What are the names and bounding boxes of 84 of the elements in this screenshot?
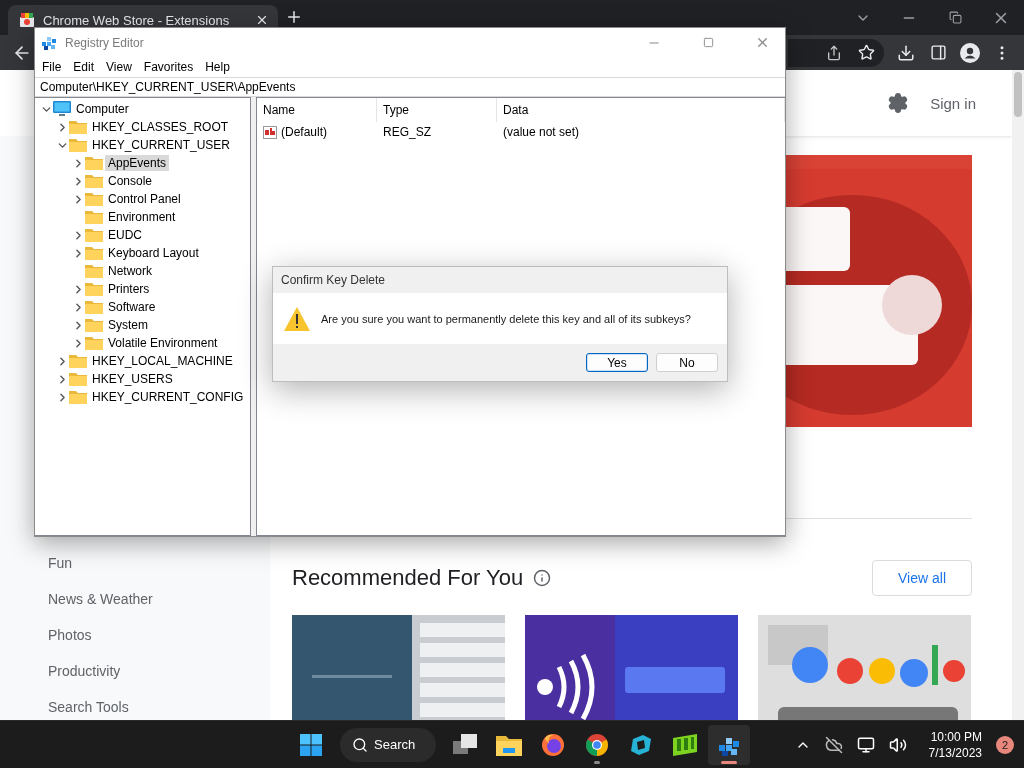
folder-icon — [69, 120, 87, 134]
menu-item[interactable]: Help — [199, 60, 236, 74]
folder-icon — [496, 733, 522, 756]
sign-in-link[interactable]: Sign in — [930, 94, 976, 112]
tree-item[interactable]: Computer — [73, 101, 132, 117]
folder-icon — [85, 192, 103, 206]
table-cell-text: (value not set) — [502, 125, 581, 139]
dialog-message: Are you sure you want to permanently delete this key and all of its subkeys? — [321, 312, 691, 325]
tree-item[interactable]: AppEvents — [105, 155, 170, 171]
tree-item[interactable]: EUDC — [105, 227, 145, 243]
taskbar-button[interactable] — [708, 724, 750, 765]
folder-icon — [85, 282, 103, 296]
store-icon — [20, 13, 34, 27]
scrollbar-thumb[interactable] — [1014, 72, 1022, 117]
tree-item[interactable]: Software — [105, 299, 159, 315]
table-cell-text: REG_SZ — [382, 125, 432, 139]
windows-logo-icon — [300, 733, 322, 756]
tree-item[interactable]: HKEY_CURRENT_USER — [89, 137, 234, 153]
info-icon[interactable] — [533, 569, 552, 587]
category-link[interactable]: Photos — [48, 617, 270, 653]
app-icon — [629, 732, 653, 757]
cloud-off-icon[interactable] — [824, 735, 843, 754]
clock-date: 7/13/2023 — [928, 744, 982, 761]
column-header[interactable]: Type — [377, 98, 497, 122]
app-icon — [673, 733, 697, 756]
tab-title: Chrome Web Store - Extensions — [43, 12, 231, 28]
menu-item[interactable]: View — [100, 60, 138, 74]
folder-icon — [85, 228, 103, 242]
tree-item[interactable]: Keyboard Layout — [105, 245, 202, 261]
tree-item[interactable]: Printers — [105, 281, 153, 297]
tree-item[interactable]: Volatile Environment — [105, 335, 221, 351]
folder-icon — [85, 210, 103, 224]
table-cell: (Default) — [257, 125, 377, 139]
tree-item[interactable]: Environment — [105, 209, 179, 225]
folder-icon — [85, 300, 103, 314]
folder-icon — [69, 390, 87, 404]
firefox-icon — [541, 732, 565, 757]
folder-icon — [85, 336, 103, 350]
clock-time: 10:00 PM — [930, 728, 982, 745]
scrollbar[interactable] — [1012, 70, 1024, 720]
tree-item[interactable]: System — [105, 317, 151, 333]
view-all-button[interactable]: View all — [872, 560, 972, 596]
address-field[interactable]: Computer\HKEY_CURRENT_USER\AppEvents — [35, 77, 785, 97]
folder-icon — [69, 372, 87, 386]
tree-item[interactable]: Network — [105, 263, 155, 279]
column-header[interactable]: Data — [497, 98, 785, 122]
search-icon — [352, 736, 368, 753]
warning-icon — [283, 305, 311, 332]
menu-item[interactable]: Edit — [67, 60, 101, 74]
folder-icon — [85, 246, 103, 260]
folder-icon — [85, 264, 103, 278]
notification-badge[interactable]: 2 — [996, 735, 1014, 754]
dialog-title: Confirm Key Delete — [281, 273, 386, 287]
volume-icon[interactable] — [888, 735, 907, 754]
computer-icon — [53, 101, 71, 117]
address-bar[interactable] — [788, 38, 884, 67]
window-title: Registry Editor — [65, 35, 145, 50]
folder-icon — [69, 138, 87, 152]
network-icon[interactable] — [856, 735, 875, 754]
tree-item[interactable]: Control Panel — [105, 191, 184, 207]
tree-item[interactable]: HKEY_CURRENT_CONFIG — [89, 389, 247, 405]
section-title: Recommended For You — [292, 565, 524, 591]
tree-item[interactable]: HKEY_LOCAL_MACHINE — [89, 353, 236, 369]
category-link[interactable]: News & Weather — [48, 581, 270, 617]
column-header[interactable]: Name — [257, 98, 377, 122]
folder-icon — [69, 354, 87, 368]
task-view-icon — [453, 733, 477, 756]
tree-item[interactable]: HKEY_USERS — [89, 371, 176, 387]
tree-item[interactable]: HKEY_CLASSES_ROOT — [89, 119, 232, 135]
string-value-icon — [263, 125, 277, 139]
chrome-icon — [585, 732, 609, 757]
category-link[interactable]: Fun — [48, 545, 270, 581]
folder-icon — [85, 318, 103, 332]
dialog-button[interactable]: No — [656, 353, 718, 372]
category-link[interactable]: Search Tools — [48, 689, 270, 720]
menu-item[interactable]: Favorites — [137, 60, 200, 74]
folder-icon — [85, 156, 103, 170]
category-link[interactable]: Productivity — [48, 653, 270, 689]
dialog-button[interactable]: Yes — [586, 353, 648, 372]
folder-icon — [85, 174, 103, 188]
tree-item[interactable]: Console — [105, 173, 156, 189]
menu-item[interactable]: File — [36, 60, 68, 74]
search-button[interactable]: Search — [340, 727, 436, 762]
cubes-icon — [42, 35, 57, 50]
